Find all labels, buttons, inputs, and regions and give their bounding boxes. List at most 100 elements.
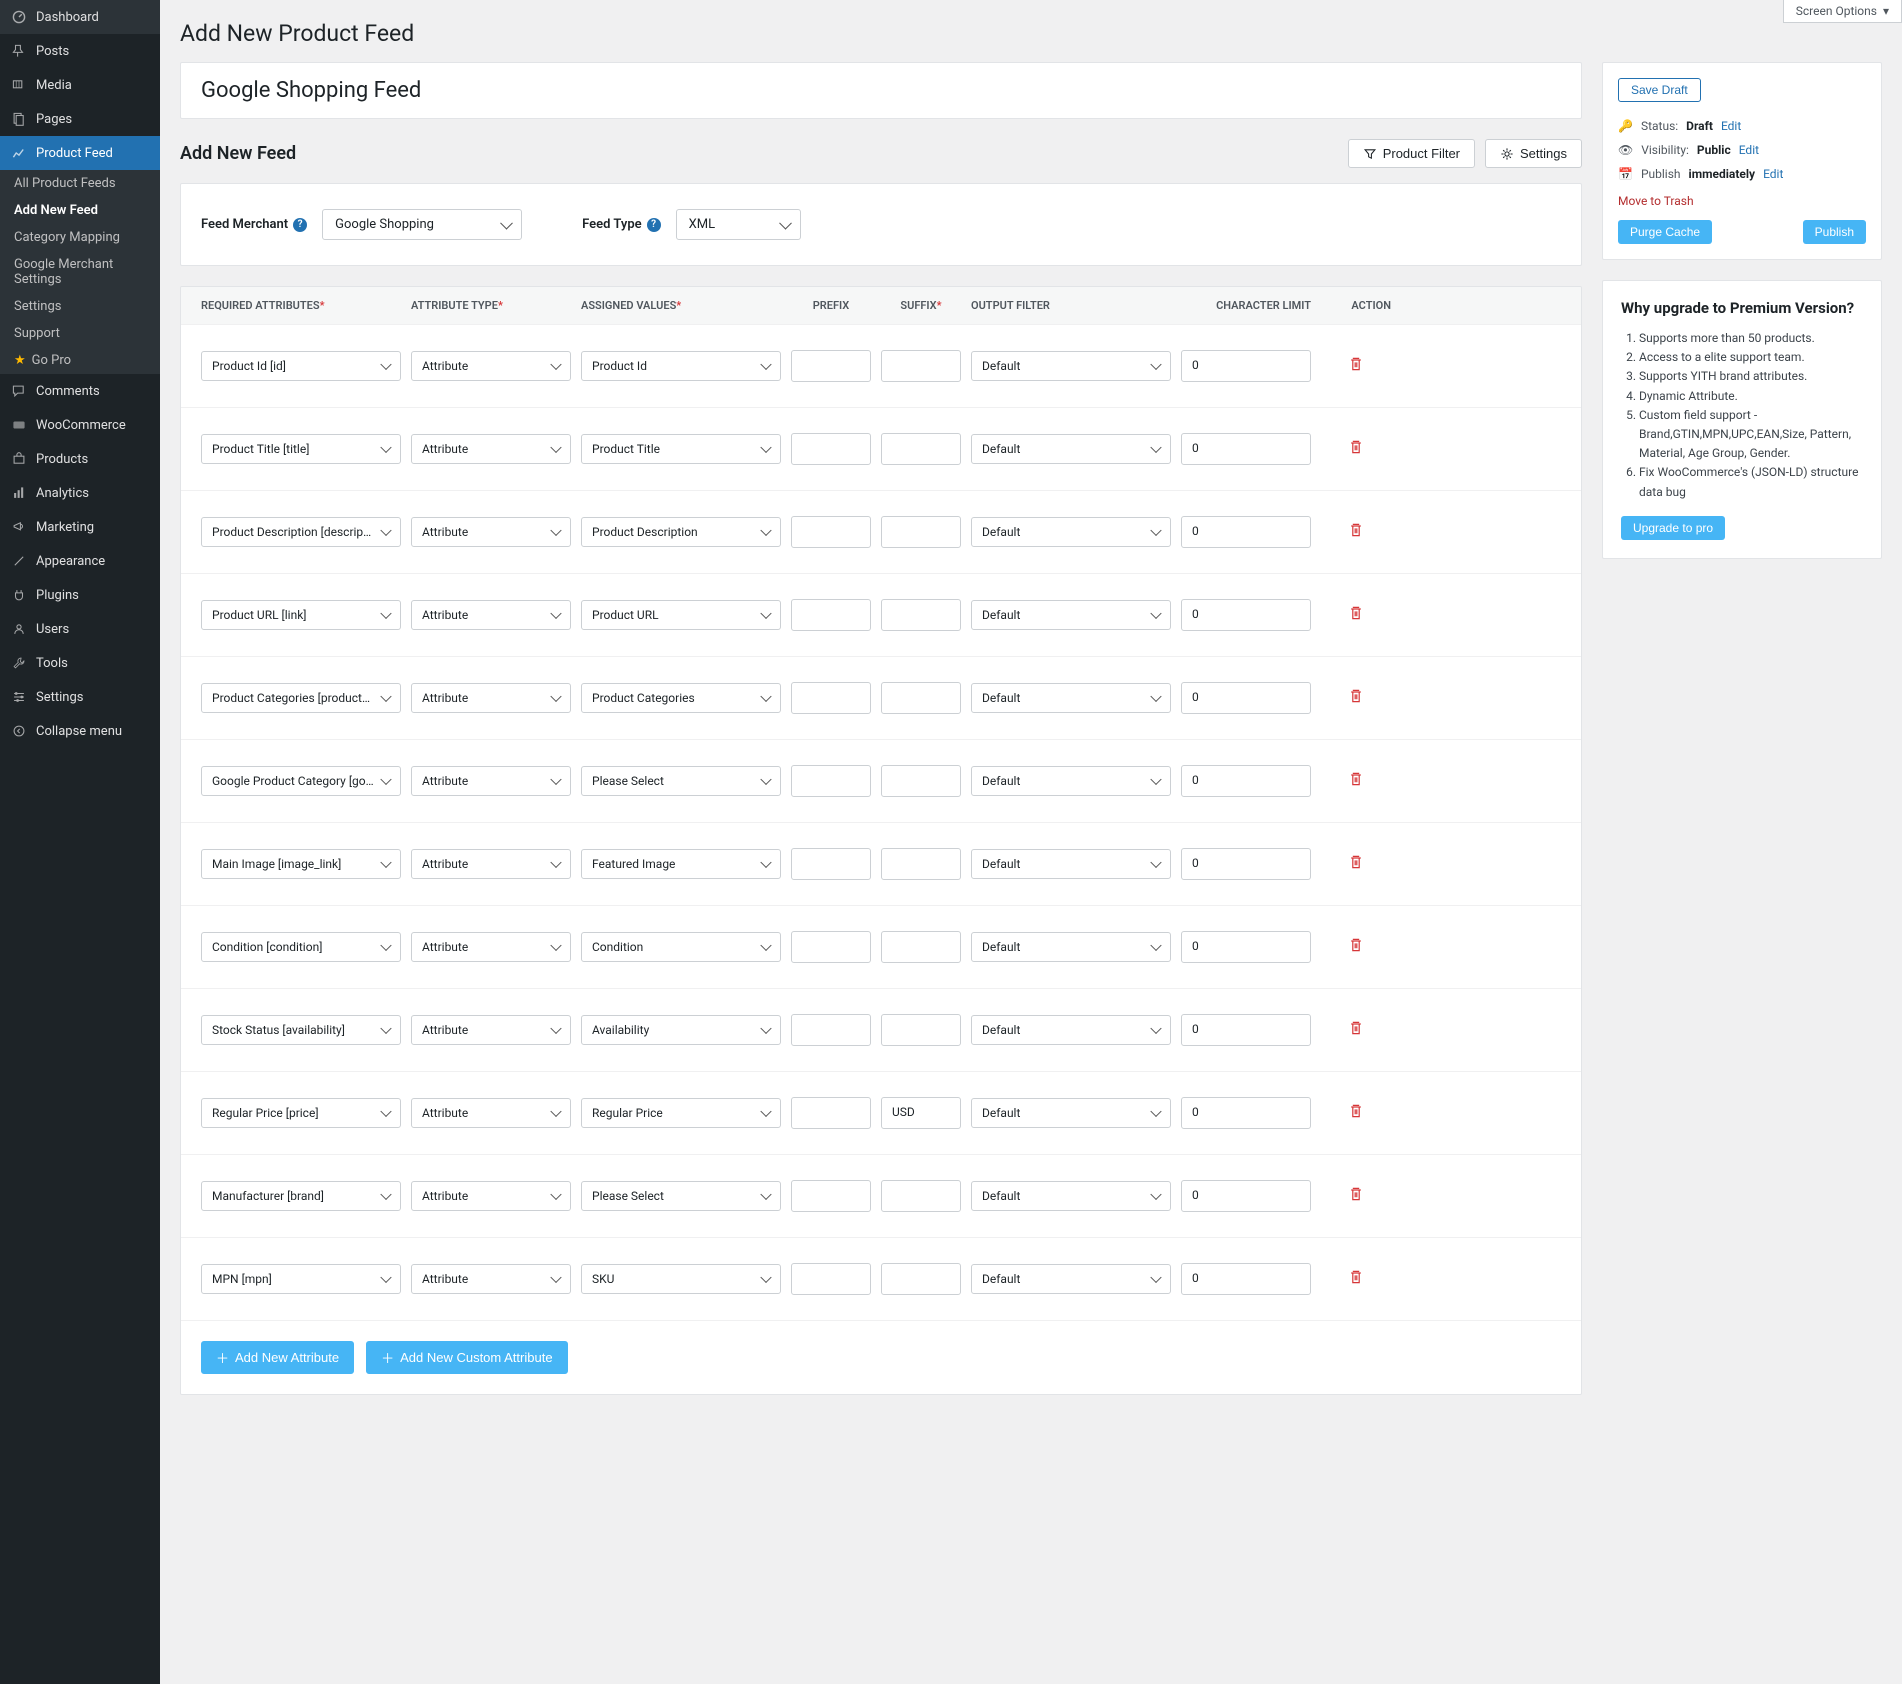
required-attr-select[interactable]: Product URL [link] — [201, 600, 401, 630]
suffix-input[interactable] — [881, 931, 961, 963]
attr-type-select[interactable]: Attribute — [411, 1098, 571, 1128]
upgrade-button[interactable]: Upgrade to pro — [1621, 516, 1725, 540]
publish-button[interactable]: Publish — [1803, 220, 1866, 244]
required-attr-select[interactable]: MPN [mpn] — [201, 1264, 401, 1294]
char-limit-input[interactable]: 0 — [1181, 516, 1311, 548]
suffix-input[interactable] — [881, 516, 961, 548]
move-to-trash-link[interactable]: Move to Trash — [1618, 194, 1866, 208]
sidebar-item-users[interactable]: Users — [0, 612, 160, 646]
char-limit-input[interactable]: 0 — [1181, 682, 1311, 714]
edit-publish-link[interactable]: Edit — [1763, 167, 1783, 181]
required-attr-select[interactable]: Product Categories [product_type] — [201, 683, 401, 713]
output-filter-select[interactable]: Default — [971, 849, 1171, 879]
edit-visibility-link[interactable]: Edit — [1739, 143, 1759, 157]
sidebar-item-plugins[interactable]: Plugins — [0, 578, 160, 612]
char-limit-input[interactable]: 0 — [1181, 1180, 1311, 1212]
add-new-attribute-button[interactable]: ＋Add New Attribute — [201, 1341, 354, 1374]
required-attr-select[interactable]: Product Description [description] — [201, 517, 401, 547]
edit-status-link[interactable]: Edit — [1721, 119, 1741, 133]
assigned-value-select[interactable]: Please Select — [581, 1181, 781, 1211]
required-attr-select[interactable]: Manufacturer [brand] — [201, 1181, 401, 1211]
attr-type-select[interactable]: Attribute — [411, 1015, 571, 1045]
delete-row-button[interactable] — [1348, 1187, 1364, 1206]
suffix-input[interactable]: USD — [881, 1097, 961, 1129]
prefix-input[interactable] — [791, 682, 871, 714]
prefix-input[interactable] — [791, 516, 871, 548]
delete-row-button[interactable] — [1348, 689, 1364, 708]
suffix-input[interactable] — [881, 350, 961, 382]
prefix-input[interactable] — [791, 1014, 871, 1046]
assigned-value-select[interactable]: SKU — [581, 1264, 781, 1294]
purge-cache-button[interactable]: Purge Cache — [1618, 220, 1712, 244]
suffix-input[interactable] — [881, 1014, 961, 1046]
output-filter-select[interactable]: Default — [971, 600, 1171, 630]
assigned-value-select[interactable]: Product Id — [581, 351, 781, 381]
sidebar-item-settings[interactable]: Settings — [0, 680, 160, 714]
delete-row-button[interactable] — [1348, 1270, 1364, 1289]
assigned-value-select[interactable]: Product URL — [581, 600, 781, 630]
prefix-input[interactable] — [791, 433, 871, 465]
feed-type-select[interactable]: XML — [676, 209, 801, 240]
assigned-value-select[interactable]: Condition — [581, 932, 781, 962]
screen-options-tab[interactable]: Screen Options▾ — [1783, 0, 1902, 23]
output-filter-select[interactable]: Default — [971, 1264, 1171, 1294]
attr-type-select[interactable]: Attribute — [411, 932, 571, 962]
char-limit-input[interactable]: 0 — [1181, 765, 1311, 797]
submenu-all-feeds[interactable]: All Product Feeds — [0, 170, 160, 197]
suffix-input[interactable] — [881, 599, 961, 631]
assigned-value-select[interactable]: Availability — [581, 1015, 781, 1045]
attr-type-select[interactable]: Attribute — [411, 600, 571, 630]
prefix-input[interactable] — [791, 931, 871, 963]
prefix-input[interactable] — [791, 1263, 871, 1295]
delete-row-button[interactable] — [1348, 440, 1364, 459]
delete-row-button[interactable] — [1348, 1021, 1364, 1040]
help-icon[interactable]: ? — [647, 218, 661, 232]
suffix-input[interactable] — [881, 1180, 961, 1212]
output-filter-select[interactable]: Default — [971, 351, 1171, 381]
prefix-input[interactable] — [791, 350, 871, 382]
product-filter-button[interactable]: Product Filter — [1348, 139, 1475, 168]
char-limit-input[interactable]: 0 — [1181, 350, 1311, 382]
assigned-value-select[interactable]: Please Select — [581, 766, 781, 796]
submenu-add-new-feed[interactable]: Add New Feed — [0, 197, 160, 224]
sidebar-item-analytics[interactable]: Analytics — [0, 476, 160, 510]
char-limit-input[interactable]: 0 — [1181, 1097, 1311, 1129]
prefix-input[interactable] — [791, 848, 871, 880]
required-attr-select[interactable]: Regular Price [price] — [201, 1098, 401, 1128]
prefix-input[interactable] — [791, 1180, 871, 1212]
attr-type-select[interactable]: Attribute — [411, 1264, 571, 1294]
output-filter-select[interactable]: Default — [971, 1015, 1171, 1045]
char-limit-input[interactable]: 0 — [1181, 931, 1311, 963]
assigned-value-select[interactable]: Regular Price — [581, 1098, 781, 1128]
sidebar-item-dashboard[interactable]: Dashboard — [0, 0, 160, 34]
required-attr-select[interactable]: Product Id [id] — [201, 351, 401, 381]
output-filter-select[interactable]: Default — [971, 434, 1171, 464]
sidebar-item-product-feed[interactable]: Product Feed — [0, 136, 160, 170]
attr-type-select[interactable]: Attribute — [411, 434, 571, 464]
char-limit-input[interactable]: 0 — [1181, 433, 1311, 465]
assigned-value-select[interactable]: Product Categories — [581, 683, 781, 713]
merchant-select[interactable]: Google Shopping — [322, 209, 522, 240]
settings-button[interactable]: Settings — [1485, 139, 1582, 168]
sidebar-item-appearance[interactable]: Appearance — [0, 544, 160, 578]
submenu-go-pro[interactable]: ★Go Pro — [0, 347, 160, 374]
char-limit-input[interactable]: 0 — [1181, 1263, 1311, 1295]
sidebar-item-media[interactable]: Media — [0, 68, 160, 102]
required-attr-select[interactable]: Product Title [title] — [201, 434, 401, 464]
delete-row-button[interactable] — [1348, 357, 1364, 376]
delete-row-button[interactable] — [1348, 938, 1364, 957]
delete-row-button[interactable] — [1348, 772, 1364, 791]
char-limit-input[interactable]: 0 — [1181, 1014, 1311, 1046]
output-filter-select[interactable]: Default — [971, 932, 1171, 962]
save-draft-button[interactable]: Save Draft — [1618, 78, 1701, 102]
suffix-input[interactable] — [881, 682, 961, 714]
required-attr-select[interactable]: Stock Status [availability] — [201, 1015, 401, 1045]
sidebar-item-collapse[interactable]: Collapse menu — [0, 714, 160, 748]
sidebar-item-tools[interactable]: Tools — [0, 646, 160, 680]
help-icon[interactable]: ? — [293, 218, 307, 232]
sidebar-item-posts[interactable]: Posts — [0, 34, 160, 68]
attr-type-select[interactable]: Attribute — [411, 683, 571, 713]
char-limit-input[interactable]: 0 — [1181, 848, 1311, 880]
submenu-settings[interactable]: Settings — [0, 293, 160, 320]
submenu-category-mapping[interactable]: Category Mapping — [0, 224, 160, 251]
